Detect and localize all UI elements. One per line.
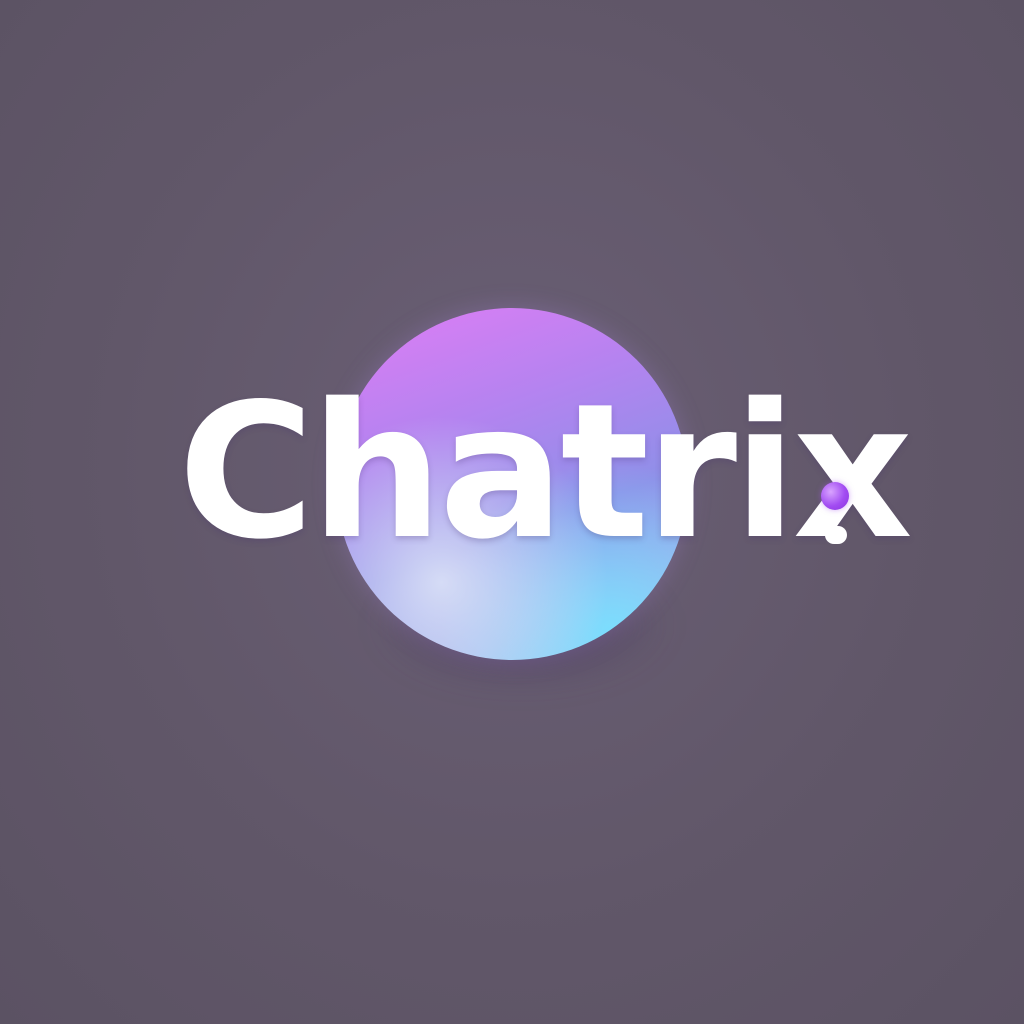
logo-canvas: Chatrix xyxy=(0,0,1024,1024)
wordmark-tail-dot xyxy=(825,526,847,544)
accent-dot-icon xyxy=(821,482,849,510)
logo-wordmark: Chatrix xyxy=(178,363,913,580)
